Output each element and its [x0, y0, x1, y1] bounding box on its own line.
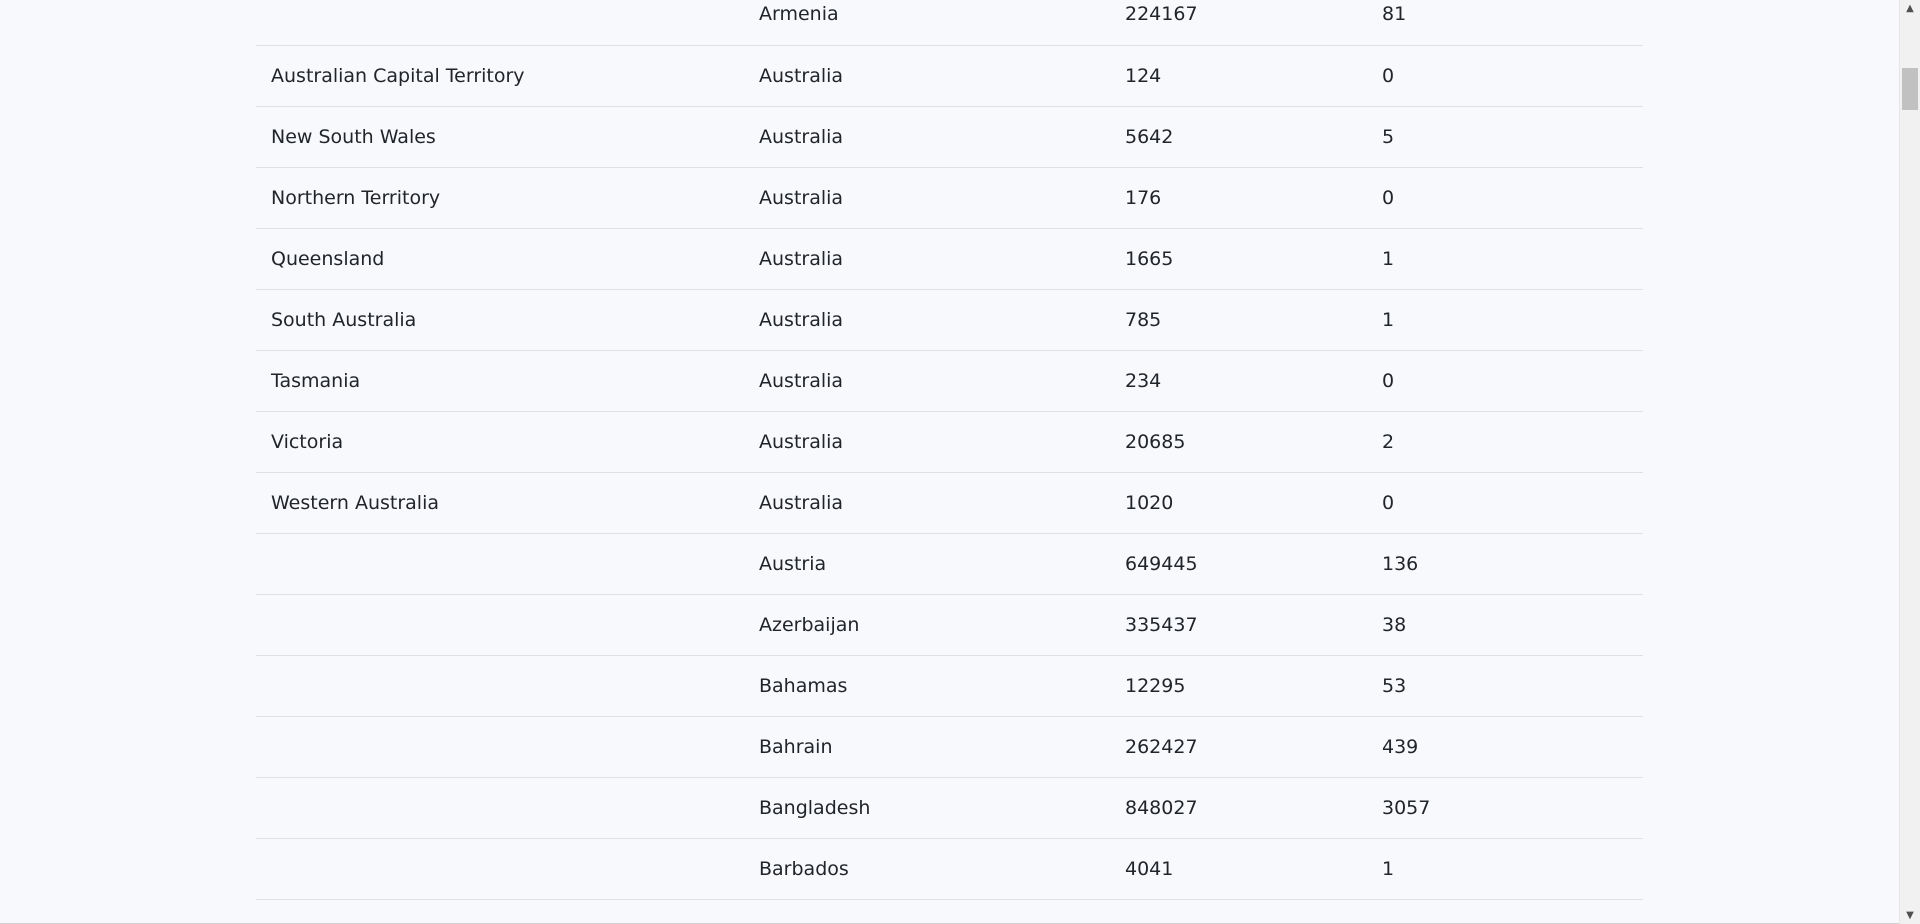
province-cell: Western Australia — [271, 491, 440, 514]
table-row: Azerbaijan 335437 38 — [256, 594, 1643, 655]
scroll-thumb[interactable] — [1902, 68, 1918, 110]
deaths-cell: 136 — [1382, 552, 1419, 575]
table-row: New South Wales Australia 5642 5 — [256, 106, 1643, 167]
country-cell: Australia — [759, 186, 844, 209]
confirmed-cell: 1020 — [1125, 491, 1174, 514]
confirmed-cell: 262427 — [1125, 735, 1198, 758]
deaths-cell: 0 — [1382, 491, 1395, 514]
country-cell: Bahamas — [759, 674, 848, 697]
data-table: Armenia 224167 81 Australian Capital Territ… — [256, 0, 1643, 900]
confirmed-cell: 4041 — [1125, 857, 1174, 880]
confirmed-cell: 12295 — [1125, 674, 1186, 697]
table-row: Western Australia Australia 1020 0 — [256, 472, 1643, 533]
page-viewport: Armenia 224167 81 Australian Capital Territ… — [0, 0, 1899, 924]
country-cell: Australia — [759, 125, 844, 148]
confirmed-cell: 5642 — [1125, 125, 1174, 148]
province-cell: Tasmania — [271, 369, 361, 392]
province-cell: Northern Territory — [271, 186, 441, 209]
deaths-cell: 0 — [1382, 186, 1395, 209]
table-row: Bahrain 262427 439 — [256, 716, 1643, 777]
table-row: Queensland Australia 1665 1 — [256, 228, 1643, 289]
deaths-cell: 5 — [1382, 125, 1395, 148]
table-row: Bangladesh 848027 3057 — [256, 777, 1643, 838]
confirmed-cell: 649445 — [1125, 552, 1198, 575]
country-cell: Austria — [759, 552, 827, 575]
deaths-cell: 0 — [1382, 64, 1395, 87]
province-cell — [256, 838, 744, 899]
table-row: Tasmania Australia 234 0 — [256, 350, 1643, 411]
confirmed-cell: 848027 — [1125, 796, 1198, 819]
country-cell: Australia — [759, 64, 844, 87]
deaths-cell: 38 — [1382, 613, 1407, 636]
province-cell — [256, 655, 744, 716]
table-row: Barbados 4041 1 — [256, 838, 1643, 899]
confirmed-cell: 1665 — [1125, 247, 1174, 270]
country-cell: Barbados — [759, 857, 849, 880]
table-body: Armenia 224167 81 Australian Capital Territ… — [256, 0, 1643, 899]
deaths-cell: 439 — [1382, 735, 1419, 758]
table-row: Bahamas 12295 53 — [256, 655, 1643, 716]
table-row: Victoria Australia 20685 2 — [256, 411, 1643, 472]
deaths-cell: 1 — [1382, 308, 1395, 331]
country-cell: Armenia — [759, 3, 839, 26]
confirmed-cell: 785 — [1125, 308, 1162, 331]
province-cell — [256, 594, 744, 655]
deaths-cell: 0 — [1382, 369, 1395, 392]
deaths-cell: 53 — [1382, 674, 1407, 697]
province-cell — [256, 777, 744, 838]
country-cell: Bangladesh — [759, 796, 871, 819]
deaths-cell: 1 — [1382, 247, 1395, 270]
vertical-scrollbar[interactable]: ▲ ▼ — [1899, 0, 1920, 924]
country-cell: Australia — [759, 308, 844, 331]
deaths-cell: 81 — [1382, 3, 1407, 26]
province-cell: South Australia — [271, 308, 417, 331]
country-cell: Australia — [759, 247, 844, 270]
confirmed-cell: 20685 — [1125, 430, 1186, 453]
country-cell: Azerbaijan — [759, 613, 860, 636]
table-row: South Australia Australia 785 1 — [256, 289, 1643, 350]
table-row: Northern Territory Australia 176 0 — [256, 167, 1643, 228]
confirmed-cell: 224167 — [1125, 3, 1198, 26]
table-row: Australian Capital Territory Australia 124… — [256, 45, 1643, 106]
province-cell: Australian Capital Territory — [271, 64, 525, 87]
deaths-cell: 3057 — [1382, 796, 1431, 819]
table-row: Austria 649445 136 — [256, 533, 1643, 594]
confirmed-cell: 335437 — [1125, 613, 1198, 636]
province-cell — [256, 0, 744, 45]
country-cell: Australia — [759, 430, 844, 453]
confirmed-cell: 234 — [1125, 369, 1162, 392]
province-cell: Victoria — [271, 430, 344, 453]
province-cell — [256, 716, 744, 777]
country-cell: Australia — [759, 369, 844, 392]
scroll-down-arrow-icon[interactable]: ▼ — [1900, 907, 1920, 924]
data-table-container: Armenia 224167 81 Australian Capital Territ… — [256, 0, 1643, 900]
province-cell: New South Wales — [271, 125, 436, 148]
confirmed-cell: 176 — [1125, 186, 1162, 209]
country-cell: Bahrain — [759, 735, 833, 758]
scroll-up-arrow-icon[interactable]: ▲ — [1900, 0, 1920, 17]
province-cell — [256, 533, 744, 594]
country-cell: Australia — [759, 491, 844, 514]
confirmed-cell: 124 — [1125, 64, 1162, 87]
table-row: Armenia 224167 81 — [256, 0, 1643, 45]
deaths-cell: 2 — [1382, 430, 1395, 453]
deaths-cell: 1 — [1382, 857, 1395, 880]
province-cell: Queensland — [271, 247, 385, 270]
